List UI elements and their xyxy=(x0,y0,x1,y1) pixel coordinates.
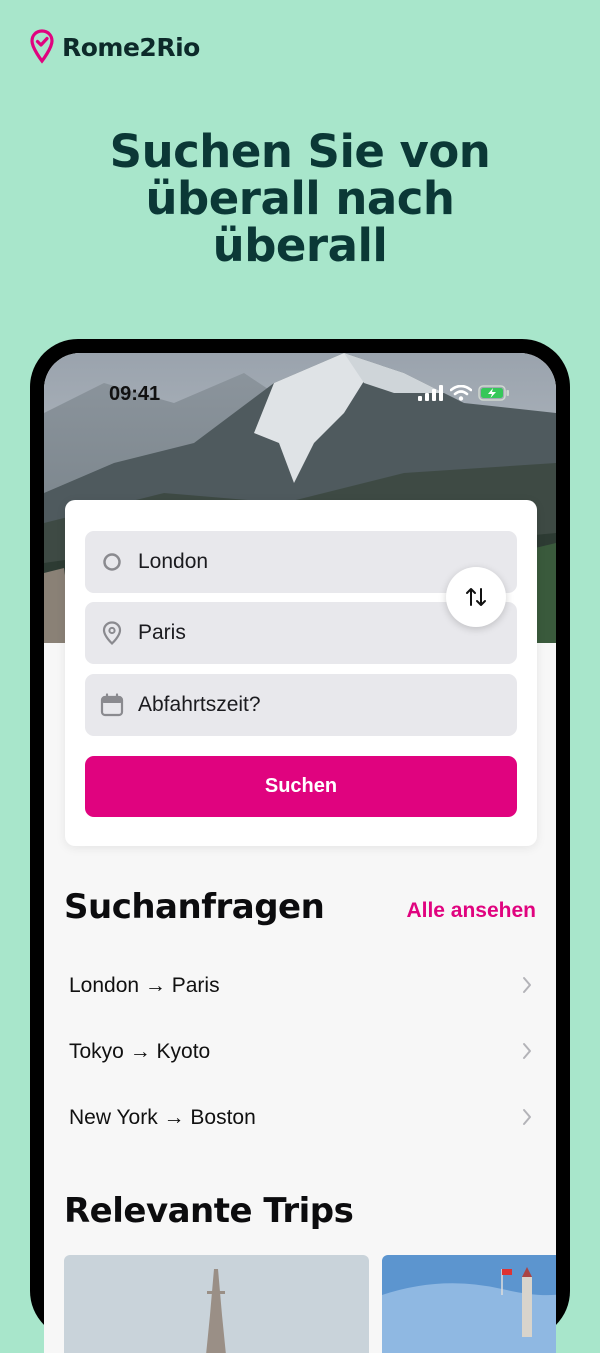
brand-name: Rome2Rio xyxy=(62,32,200,62)
date-placeholder: Abfahrtszeit? xyxy=(138,693,261,716)
swap-button[interactable] xyxy=(446,567,506,627)
chevron-right-icon xyxy=(523,1109,531,1125)
status-icons xyxy=(418,385,510,401)
battery-charging-icon xyxy=(478,385,509,401)
status-time: 09:41 xyxy=(109,383,161,405)
pin-check-icon xyxy=(30,29,54,64)
recent-search-label: New York → Boston xyxy=(69,1106,256,1129)
circle-icon xyxy=(100,550,124,574)
trip-image-eiffel-tower xyxy=(64,1255,369,1353)
signal-icon xyxy=(418,385,443,401)
date-field[interactable]: Abfahrtszeit? xyxy=(85,674,517,736)
see-all-link[interactable]: Alle ansehen xyxy=(406,899,536,923)
recent-search-item[interactable]: Tokyo → Kyoto xyxy=(44,1019,556,1085)
origin-value: London xyxy=(138,550,209,573)
chevron-right-icon xyxy=(523,977,531,993)
headline: Suchen Sie von überall nach überall xyxy=(0,128,600,269)
phone-screen: 09:41 London Paris Abfahrtszeit? Suchen … xyxy=(44,353,556,1353)
recent-search-label: London → Paris xyxy=(69,974,220,997)
headline-line-1: Suchen Sie von xyxy=(109,125,491,178)
search-card: London Paris Abfahrtszeit? Suchen xyxy=(65,500,537,846)
recent-search-item[interactable]: New York → Boston xyxy=(44,1085,556,1151)
recent-searches-title: Suchanfragen xyxy=(64,887,325,927)
trip-card-city[interactable] xyxy=(382,1255,556,1353)
relevant-trips-title: Relevante Trips xyxy=(64,1191,354,1231)
search-button[interactable]: Suchen xyxy=(85,756,517,817)
destination-value: Paris xyxy=(138,621,186,644)
trip-card-paris[interactable] xyxy=(64,1255,369,1353)
trip-image-city xyxy=(382,1255,556,1353)
headline-line-2: überall nach xyxy=(145,172,455,225)
headline-line-3: überall xyxy=(212,219,388,272)
recent-search-label: Tokyo → Kyoto xyxy=(69,1040,211,1063)
wifi-icon xyxy=(450,385,472,401)
chevron-right-icon xyxy=(523,1043,531,1059)
brand-logo[interactable]: Rome2Rio xyxy=(30,29,200,65)
swap-arrows-icon xyxy=(466,588,486,606)
location-pin-icon xyxy=(100,621,124,645)
phone-frame: 09:41 London Paris Abfahrtszeit? Suchen … xyxy=(30,339,570,1353)
recent-search-item[interactable]: London → Paris xyxy=(44,953,556,1019)
calendar-icon xyxy=(100,693,124,717)
